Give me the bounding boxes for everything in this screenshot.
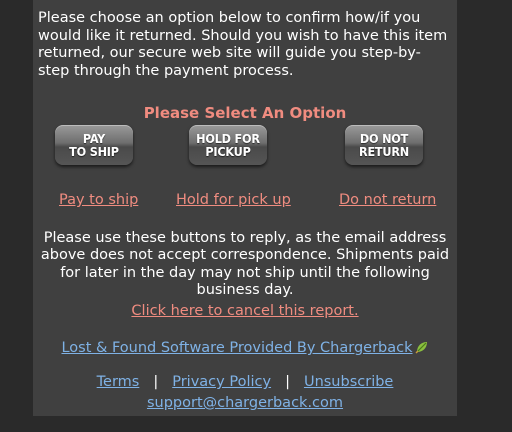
credit-text: Lost & Found Software Provided By Charge… — [61, 340, 413, 356]
support-email-link[interactable]: support@chargerback.com — [147, 395, 343, 411]
footer-separator: | — [285, 374, 290, 390]
hold-for-pickup-button[interactable]: HOLD FOR PICKUP — [189, 125, 267, 165]
privacy-policy-link[interactable]: Privacy Policy — [172, 374, 271, 390]
pay-to-ship-button[interactable]: PAY TO SHIP — [55, 125, 133, 165]
reply-notice: Please use these buttons to reply, as th… — [40, 230, 450, 299]
cancel-report-link[interactable]: Click here to cancel this report. — [131, 303, 358, 319]
intro-text: Please choose an option below to confirm… — [38, 10, 448, 79]
chargerback-leaf-icon — [414, 340, 429, 358]
select-option-heading: Please Select An Option — [143, 104, 347, 122]
footer-separator: | — [153, 374, 159, 390]
hold-for-pickup-link[interactable]: Hold for pick up — [176, 192, 291, 208]
software-credit: Lost & Found Software Provided By Charge… — [33, 340, 457, 358]
email-panel: Please choose an option below to confirm… — [33, 0, 457, 416]
terms-link[interactable]: Terms — [97, 374, 140, 390]
chargerback-credit-link[interactable]: Lost & Found Software Provided By Charge… — [61, 340, 428, 356]
do-not-return-button[interactable]: DO NOT RETURN — [345, 125, 423, 165]
pay-to-ship-link[interactable]: Pay to ship — [59, 192, 138, 208]
footer-links: Terms | Privacy Policy | Unsubscribe — [33, 374, 457, 390]
cancel-row: Click here to cancel this report. — [33, 303, 457, 319]
support-row: support@chargerback.com — [33, 395, 457, 411]
unsubscribe-link[interactable]: Unsubscribe — [304, 374, 393, 390]
do-not-return-link[interactable]: Do not return — [339, 192, 436, 208]
